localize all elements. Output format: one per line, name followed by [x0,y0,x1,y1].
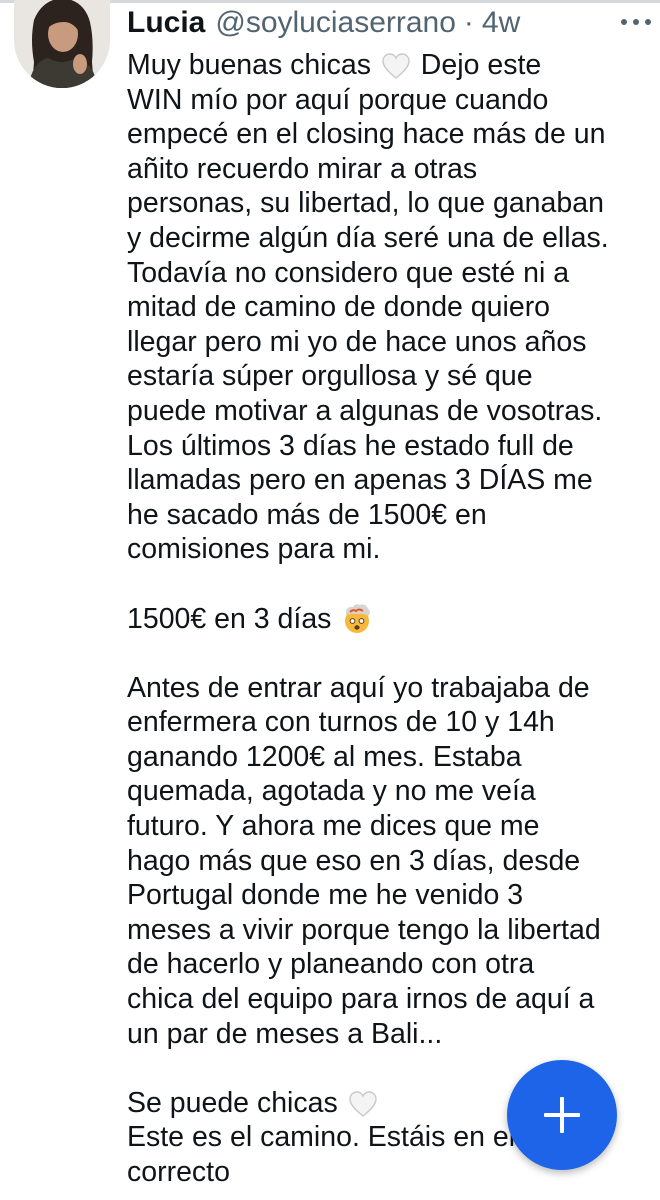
tweet-text-segment: Muy buenas chicas [127,49,379,81]
tweet-text-segment: de hacerlo y planeando con otra [127,948,535,981]
exploding-head-emoji-icon [341,602,373,643]
tweet-text-line: Muy buenas chicas Dejo este [127,48,652,83]
author-display-name[interactable]: Lucia [127,2,205,44]
tweet-text-line: futuro. Y ahora me dices que me [127,809,652,844]
tweet-text: Muy buenas chicas Dejo este WIN mío por a… [127,48,652,1190]
tweet-text-line: enfermera con turnos de 10 y 14h [127,705,652,740]
tweet-text-segment: WIN mío por aquí porque cuando [127,83,549,116]
header-separator: · [463,6,474,39]
more-horizontal-icon [621,19,651,25]
tweet-text-line: añito recuerdo mirar a otras [127,152,652,187]
tweet-text-segment: mitad de camino de donde quiero [127,291,551,324]
tweet-text-segment: y decirme algún día seré una de ellas. [127,221,609,254]
tweet-text-segment: enfermera con turnos de 10 y 14h [127,706,555,739]
tweet-text-segment: he sacado más de 1500€ en [127,498,487,531]
tweet-header: Lucia @soyluciaserrano · 4w [127,2,642,44]
tweet-text-line: Todavía no considero que esté ni a [127,256,652,291]
tweet-text-segment: hago más que eso en 3 días, desde [127,844,581,877]
tweet-text-line: Portugal donde me he venido 3 [127,878,652,913]
author-handle[interactable]: @soyluciaserrano [215,2,456,44]
compose-tweet-button[interactable] [507,1060,617,1170]
tweet-text-segment: estaría súper orgullosa y sé que [127,360,533,393]
tweet-text-segment: meses a vivir porque tengo la libertad [127,913,601,946]
tweet-text-line: Los últimos 3 días he estado full de [127,429,652,464]
tweet-text-line: empecé en el closing hace más de un [127,117,652,152]
tweet-text-line: chica del equipo para irnos de aquí a [127,982,652,1017]
tweet-timestamp[interactable]: 4w [482,2,520,44]
tweet-text-segment: puede motivar a algunas de vosotras. [127,394,603,427]
tweet-text-line: estaría súper orgullosa y sé que [127,359,652,394]
tweet-text-segment: empecé en el closing hace más de un [127,118,606,151]
tweet-text-line: 1500€ en 3 días [127,602,652,637]
tweet-text-segment: personas, su libertad, lo que ganaban [127,187,604,220]
tweet-text-segment: Portugal donde me he venido 3 [127,879,524,912]
tweet-text-segment: Dejo este [412,49,542,81]
tweet-text-line: personas, su libertad, lo que ganaban [127,186,652,221]
plus-icon [544,1097,580,1133]
tweet-text-segment: Se puede chicas [127,1086,346,1119]
tweet-text-segment: ganando 1200€ al mes. Estaba [127,740,522,773]
more-options-button[interactable] [616,2,656,42]
tweet-text-line: y decirme algún día seré una de ellas. [127,221,652,256]
tweet-text-segment: chica del equipo para irnos de aquí a [127,983,595,1016]
tweet-text-segment: Los últimos 3 días he estado full de [127,429,574,462]
avatar-photo [14,0,110,88]
tweet-text-line: mitad de camino de donde quiero [127,290,652,325]
tweet-text-segment: llegar pero mi yo de hace unos años [127,325,587,358]
tweet-text-segment: llamadas pero en apenas 3 DÍAS me [127,464,593,497]
tweet-text-segment: quemada, agotada y no me veía [127,775,536,808]
tweet-text-segment: añito recuerdo mirar a otras [127,152,478,185]
tweet-text-line: quemada, agotada y no me veía [127,774,652,809]
tweet-text-line: comisiones para mi. [127,532,652,567]
tweet-text-segment: correcto [127,1156,230,1188]
avatar[interactable] [14,0,110,88]
tweet-text-segment: Antes de entrar aquí yo trabajaba de [127,671,590,704]
tweet-text-segment: 1500€ en 3 días [127,602,340,635]
tweet-text-line: un par de meses a Bali... [127,1017,652,1052]
tweet-text-line: de hacerlo y planeando con otra [127,947,652,982]
tweet-text-line: hago más que eso en 3 días, desde [127,844,652,879]
tweet-text-line: Antes de entrar aquí yo trabajaba de [127,671,652,706]
tweet-text-line: puede motivar a algunas de vosotras. [127,394,652,429]
tweet-text-segment: comisiones para mi. [127,533,381,566]
tweet-text-line: WIN mío por aquí porque cuando [127,83,652,118]
tweet-text-segment: futuro. Y ahora me dices que me [127,810,540,843]
tweet-text-line: he sacado más de 1500€ en [127,498,652,533]
tweet-text-segment: un par de meses a Bali... [127,1017,443,1050]
tweet-text-segment: Este es el camino. Estáis en el [127,1121,516,1154]
tweet-text-line: llegar pero mi yo de hace unos años [127,325,652,360]
tweet-text-segment: Todavía no considero que esté ni a [127,256,570,289]
tweet-text-line: ganando 1200€ al mes. Estaba [127,740,652,775]
tweet-text-line: llamadas pero en apenas 3 DÍAS me [127,463,652,498]
tweet-text-line: meses a vivir porque tengo la libertad [127,913,652,948]
